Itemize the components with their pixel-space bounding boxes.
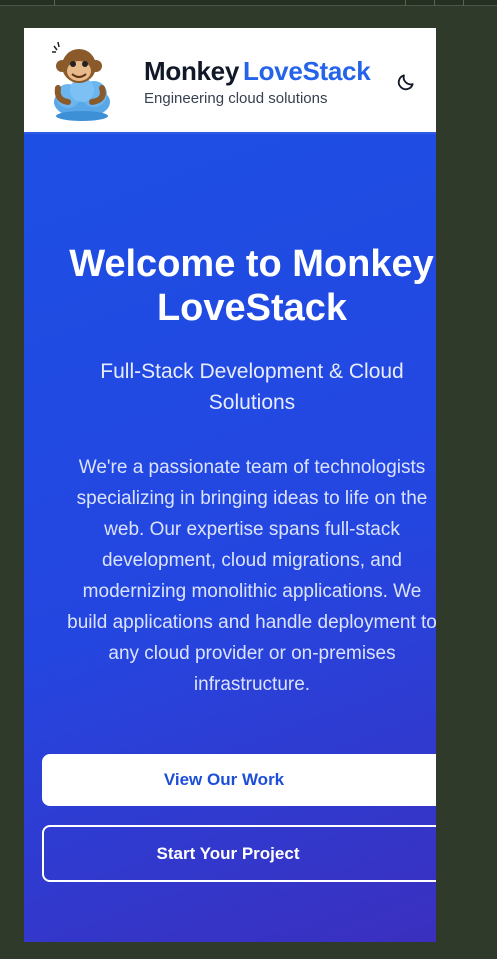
hero-description-line: We're a passionate team of technologists bbox=[78, 457, 426, 478]
monkey-cloud-logo-icon[interactable] bbox=[48, 40, 116, 124]
outer-background bbox=[436, 28, 497, 942]
start-your-project-label: Start Your Project bbox=[156, 843, 300, 863]
brand-name-part1: Monkey bbox=[144, 56, 240, 86]
site-header: Monkey LoveStack Engineering cloud soluti… bbox=[24, 28, 436, 134]
hero-description: We're a passionate team of technologists… bbox=[42, 452, 436, 700]
strip-divider bbox=[463, 0, 464, 6]
brand-name: Monkey LoveStack bbox=[144, 56, 371, 86]
theme-toggle-button[interactable] bbox=[393, 69, 419, 95]
strip-divider bbox=[54, 0, 55, 6]
hero-description-line: build applications and handle deployment… bbox=[67, 612, 436, 633]
hero-subtitle: Full-Stack Development & Cloud Solutions bbox=[100, 360, 404, 414]
hero-description-line: modernizing monolithic applications. We bbox=[82, 581, 422, 602]
hero-description-line: any cloud provider or on-premises bbox=[108, 643, 396, 664]
hero-description-line: infrastructure. bbox=[193, 674, 311, 695]
hero-description-line: development, cloud migrations, and bbox=[102, 550, 402, 571]
page-viewport: Monkey LoveStack Engineering cloud soluti… bbox=[24, 28, 436, 942]
hero-title-line2: LoveStack bbox=[156, 287, 348, 329]
hero-section: Welcome to Monkey LoveStack Full-Stack D… bbox=[24, 134, 436, 942]
strip-divider bbox=[405, 0, 406, 6]
moon-icon bbox=[397, 74, 414, 91]
brand[interactable]: Monkey LoveStack Engineering cloud soluti… bbox=[144, 56, 371, 107]
hero-description-line: specializing in bringing ideas to life o… bbox=[76, 488, 428, 509]
window-top-strip bbox=[0, 0, 497, 6]
brand-tagline: Engineering cloud solutions bbox=[144, 90, 328, 107]
start-your-project-button[interactable]: Start Your Project bbox=[42, 825, 436, 882]
hero-description-line: web. Our expertise spans full-stack bbox=[104, 519, 400, 540]
hero-title-line1: Welcome to Monkey bbox=[69, 243, 434, 285]
hero-title: Welcome to Monkey LoveStack bbox=[24, 242, 436, 330]
view-our-work-button[interactable]: View Our Work bbox=[42, 754, 436, 806]
brand-name-part2: LoveStack bbox=[243, 56, 371, 86]
strip-divider bbox=[434, 0, 435, 6]
view-our-work-label: View Our Work bbox=[163, 770, 285, 789]
